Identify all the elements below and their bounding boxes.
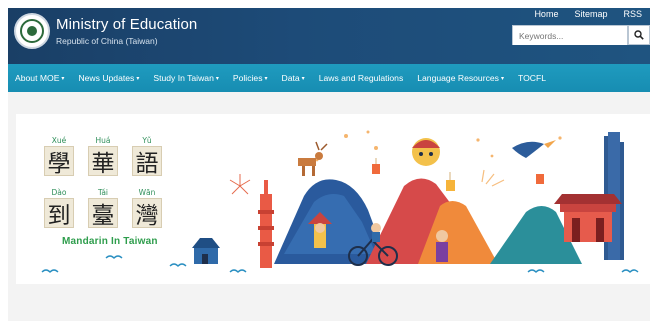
nav-tocfl[interactable]: TOCFL	[511, 73, 553, 83]
logo-emblem	[27, 26, 37, 36]
caret-down-icon: ▾	[500, 75, 504, 82]
site-header: Ministry of Education Republic of China …	[8, 8, 650, 64]
firework-icon	[229, 174, 251, 195]
bird-icon	[512, 140, 556, 158]
site-subtitle: Republic of China (Taiwan)	[56, 36, 158, 46]
caret-down-icon: ▾	[215, 75, 219, 82]
opera-mask-icon	[412, 138, 440, 166]
nav-about-moe[interactable]: About MOE ▾	[8, 73, 71, 83]
sitemap-link[interactable]: Sitemap	[566, 9, 615, 19]
nav-language-resources[interactable]: Language Resources ▾	[410, 73, 511, 83]
temple-left-icon	[192, 238, 220, 264]
taiwan-illustration	[41, 130, 639, 273]
caret-down-icon: ▾	[61, 75, 65, 82]
nav-policies[interactable]: Policies ▾	[226, 73, 275, 83]
mandarin-banner[interactable]: Xué 學 Huá 華 Yǔ 語 Dào 到 Tái 臺 Wān 灣 Manda…	[16, 114, 650, 284]
nav-study-in-taiwan[interactable]: Study In Taiwan ▾	[146, 73, 226, 83]
search-box	[512, 25, 628, 45]
search-icon	[634, 30, 644, 40]
temple-gate-icon	[554, 194, 622, 242]
caret-down-icon: ▾	[301, 75, 305, 82]
girl-icon	[436, 230, 448, 262]
nav-laws-and-regulations[interactable]: Laws and Regulations	[312, 73, 411, 83]
confetti	[315, 130, 608, 162]
caret-down-icon: ▾	[264, 75, 268, 82]
taipei-101-icon	[258, 180, 274, 268]
site-title[interactable]: Ministry of Education	[56, 16, 197, 33]
nav-news-updates[interactable]: News Updates ▾	[71, 73, 146, 83]
search-input[interactable]	[513, 27, 627, 45]
home-link[interactable]: Home	[526, 9, 566, 19]
main-nav: About MOE ▾ News Updates ▾ Study In Taiwan…	[8, 64, 650, 92]
top-links: Home Sitemap RSS	[526, 9, 650, 19]
search-button[interactable]	[628, 25, 650, 45]
lantern-icons	[372, 158, 544, 191]
rss-link[interactable]: RSS	[615, 9, 650, 19]
deer-icon	[298, 141, 328, 176]
caret-down-icon: ▾	[136, 75, 140, 82]
moe-logo[interactable]	[14, 13, 50, 49]
sun-rays	[481, 169, 505, 187]
nav-data[interactable]: Data ▾	[275, 73, 312, 83]
